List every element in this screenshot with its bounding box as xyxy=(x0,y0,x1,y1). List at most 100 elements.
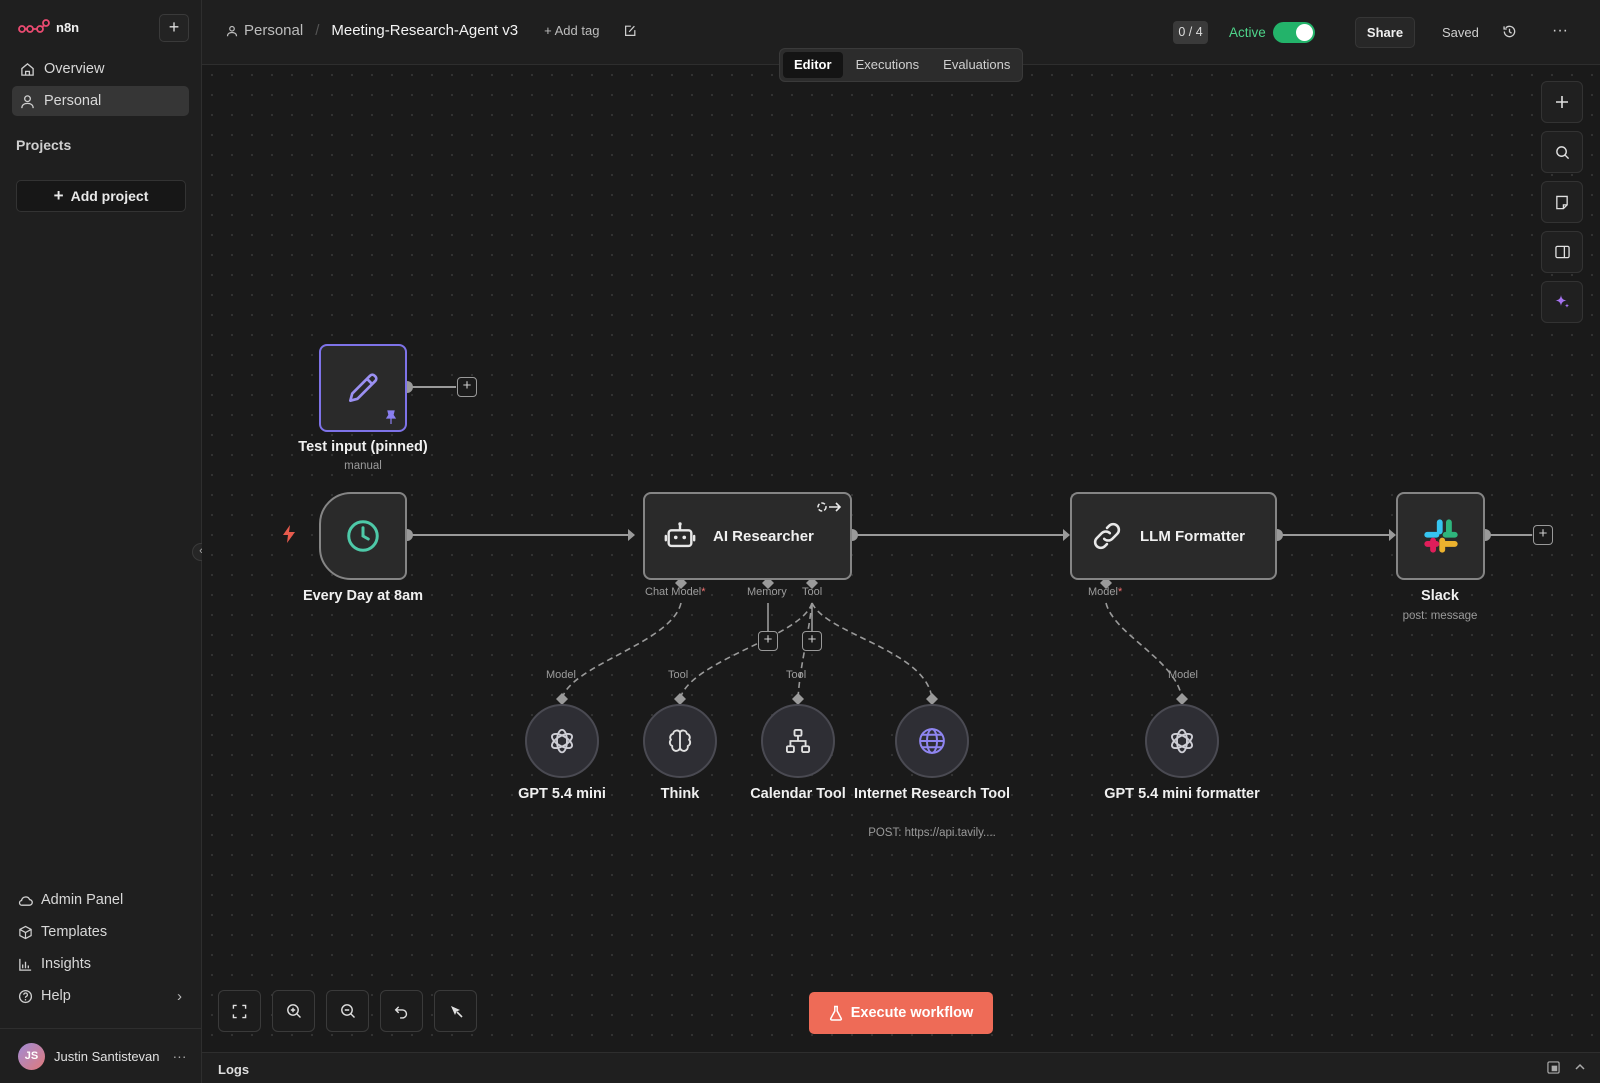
setup-progress-badge[interactable]: 0 / 4 xyxy=(1173,21,1208,44)
flask-icon xyxy=(829,1005,842,1021)
node-label-internet: Internet Research Tool xyxy=(853,786,1011,802)
trigger-bolt-icon xyxy=(283,525,295,543)
sidebar-item-templates[interactable]: Templates xyxy=(18,919,188,945)
node-label-test-input: Test input (pinned) xyxy=(298,439,428,455)
node-title-ai-researcher: AI Researcher xyxy=(713,527,814,545)
node-ai-researcher[interactable]: AI Researcher xyxy=(643,492,852,580)
more-icon[interactable]: ··· xyxy=(173,1048,187,1064)
undo-icon xyxy=(394,1005,408,1019)
node-every-day-at-8am[interactable] xyxy=(319,492,407,580)
home-icon xyxy=(21,62,34,76)
port-label-formatter-model: Model* xyxy=(1088,586,1123,598)
ai-assistant-button[interactable] xyxy=(1541,281,1583,323)
arrow-ai-input xyxy=(628,529,635,541)
add-node-button[interactable] xyxy=(1541,81,1583,123)
sticky-note-icon xyxy=(1556,195,1568,209)
add-project-button[interactable]: + Add project xyxy=(16,180,186,212)
edit-description-icon[interactable] xyxy=(623,24,637,38)
add-node-after-test-input[interactable]: + xyxy=(457,377,477,397)
sidebar-item-label: Insights xyxy=(41,956,91,972)
add-tool-button[interactable]: + xyxy=(802,631,822,651)
sidebar-item-personal[interactable]: Personal xyxy=(12,86,189,116)
port-label-chat-model: Chat Model* xyxy=(645,586,706,598)
breadcrumb: Personal / Meeting-Research-Agent v3 + A… xyxy=(226,22,637,39)
pencil-icon xyxy=(348,373,378,403)
n8n-logo-icon xyxy=(18,19,50,33)
node-title-llm-formatter: LLM Formatter xyxy=(1140,527,1245,545)
sidebar-item-label: Overview xyxy=(44,61,105,77)
add-memory-button[interactable]: + xyxy=(758,631,778,651)
zoom-in-button[interactable] xyxy=(272,990,315,1032)
chevron-up-icon[interactable] xyxy=(1574,1061,1586,1073)
sticky-note-button[interactable] xyxy=(1541,181,1583,223)
sidebar-item-label: Templates xyxy=(41,924,108,940)
execute-workflow-button[interactable]: Execute workflow xyxy=(809,992,993,1034)
openai-icon xyxy=(551,728,573,754)
node-label-slack: Slack xyxy=(1421,588,1459,604)
plus-icon: + xyxy=(53,186,64,205)
sidebar-item-help[interactable]: Help › xyxy=(18,983,188,1009)
node-llm-formatter[interactable]: LLM Formatter xyxy=(1070,492,1277,580)
node-subtitle-internet: POST: https://api.tavily.... xyxy=(868,827,996,839)
connection-gpt-formatter-to-llm xyxy=(1105,602,1183,700)
sidebar-item-insights[interactable]: Insights xyxy=(18,951,188,977)
sidebar-item-admin-panel[interactable]: Admin Panel xyxy=(18,887,188,913)
node-slack[interactable] xyxy=(1396,492,1485,580)
fit-view-icon xyxy=(232,1004,247,1018)
tab-evaluations[interactable]: Evaluations xyxy=(932,52,1021,78)
tab-executions[interactable]: Executions xyxy=(845,52,931,78)
undo-button[interactable] xyxy=(380,990,423,1032)
logs-panel-bar[interactable]: Logs xyxy=(202,1052,1600,1083)
package-icon xyxy=(19,925,32,939)
node-internet-research-tool[interactable] xyxy=(895,704,969,778)
pop-out-icon[interactable] xyxy=(1547,1061,1560,1074)
tab-editor[interactable]: Editor xyxy=(783,52,843,78)
zoom-out-icon xyxy=(340,1004,355,1018)
node-gpt-mini-formatter[interactable] xyxy=(1145,704,1219,778)
sidebar-item-label: Admin Panel xyxy=(41,892,124,908)
workflow-canvas[interactable]: + + + + Test input (pinned) manual Every… xyxy=(202,65,1600,1052)
zoom-out-button[interactable] xyxy=(326,990,369,1032)
sidebar-item-label: Help xyxy=(41,988,71,1004)
more-options-icon[interactable]: ··· xyxy=(1552,22,1568,40)
view-tabs: Editor Executions Evaluations xyxy=(779,48,1023,82)
workflow-name[interactable]: Meeting-Research-Agent v3 xyxy=(331,22,518,39)
share-button[interactable]: Share xyxy=(1355,17,1415,48)
active-toggle[interactable] xyxy=(1273,22,1315,43)
sitemap-icon xyxy=(785,728,811,754)
panel-right-icon xyxy=(1554,245,1570,259)
node-test-input[interactable] xyxy=(319,344,407,432)
add-node-after-slack[interactable]: + xyxy=(1533,525,1553,545)
execute-workflow-label: Execute workflow xyxy=(850,1005,974,1021)
toggle-panel-button[interactable] xyxy=(1541,231,1583,273)
connection-layer xyxy=(401,381,1532,705)
tidy-up-button[interactable] xyxy=(434,990,477,1032)
node-label-schedule: Every Day at 8am xyxy=(302,588,424,604)
breadcrumb-project[interactable]: Personal xyxy=(244,22,303,39)
brain-icon xyxy=(668,729,692,752)
search-nodes-button[interactable] xyxy=(1541,131,1583,173)
slack-icon xyxy=(1423,519,1458,553)
history-icon[interactable] xyxy=(1502,24,1517,39)
n8n-logo[interactable]: n8n xyxy=(18,18,79,36)
logs-actions xyxy=(1547,1061,1586,1074)
connection-internet-to-ai xyxy=(811,602,933,700)
user-menu[interactable]: JS Justin Santistevan ··· xyxy=(0,1028,202,1083)
plus-icon xyxy=(1556,96,1568,108)
new-item-button[interactable]: + xyxy=(159,14,189,42)
pin-icon xyxy=(385,410,397,424)
node-subtitle-test-input: manual xyxy=(344,460,382,472)
fit-view-button[interactable] xyxy=(218,990,261,1032)
arrow-slack-input xyxy=(1389,529,1396,541)
saved-status: Saved xyxy=(1442,25,1479,40)
connection-gpt-mini-to-ai xyxy=(561,602,682,700)
clock-icon xyxy=(347,520,379,552)
sidebar-item-overview[interactable]: Overview xyxy=(12,54,189,84)
avatar: JS xyxy=(18,1042,45,1070)
node-think[interactable] xyxy=(643,704,717,778)
node-gpt-mini[interactable] xyxy=(525,704,599,778)
port-label-gpt-formatter: Model xyxy=(1168,669,1198,681)
node-calendar-tool[interactable] xyxy=(761,704,835,778)
add-tag-button[interactable]: + Add tag xyxy=(544,23,599,38)
chevron-right-icon: › xyxy=(177,987,182,1005)
